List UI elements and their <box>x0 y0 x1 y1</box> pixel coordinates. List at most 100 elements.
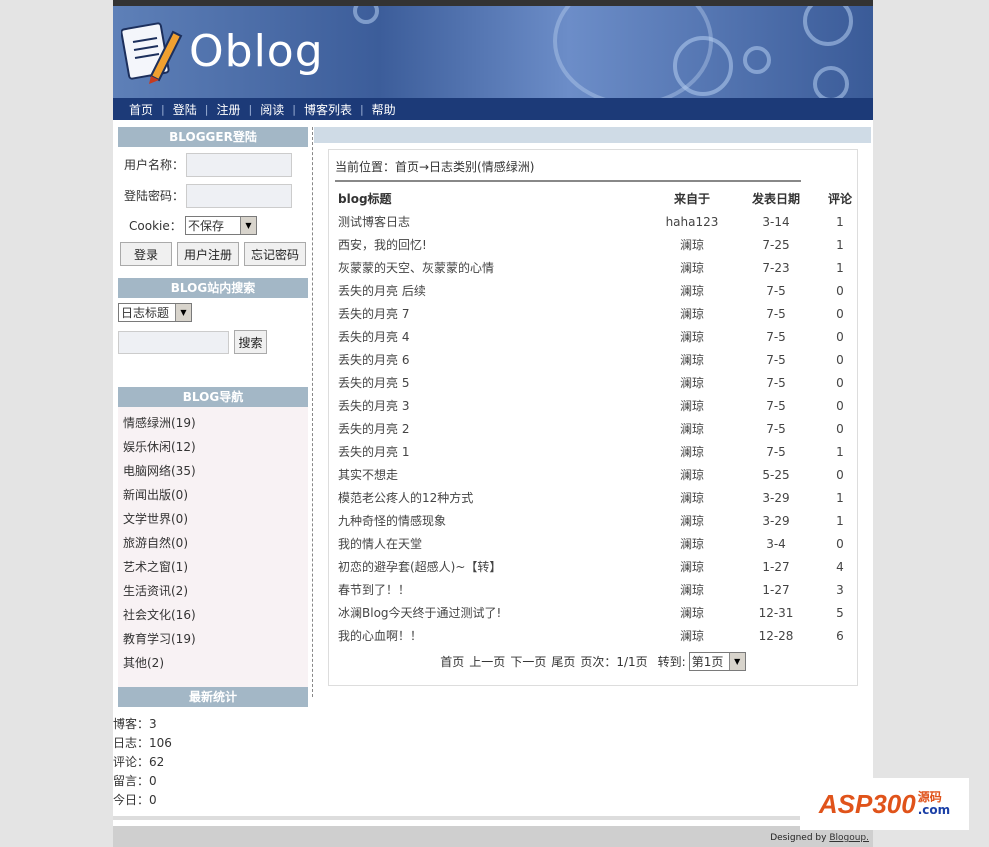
site-logo[interactable]: Oblog <box>189 26 324 77</box>
search-type-select[interactable]: 日志标题 ▼ <box>118 303 192 322</box>
col-date-header: 发表日期 <box>751 191 800 206</box>
chevron-down-icon[interactable]: ▼ <box>175 304 191 321</box>
category-item[interactable]: 情感绿洲(19) <box>118 411 308 435</box>
category-item[interactable]: 生活资讯(2) <box>118 579 308 603</box>
post-author: 澜琼 <box>679 491 704 505</box>
post-title[interactable]: 丢失的月亮 7 <box>335 302 657 325</box>
login-button[interactable]: 登录 <box>120 242 172 266</box>
table-row: 春节到了！！ 澜琼 1-27 3 <box>335 578 855 601</box>
nav-blog-list[interactable]: 博客列表 <box>296 101 360 118</box>
nav-home[interactable]: 首页 <box>121 101 161 118</box>
chevron-down-icon[interactable]: ▼ <box>240 216 256 234</box>
post-author: haha123 <box>665 214 719 229</box>
nav-read[interactable]: 阅读 <box>252 101 292 118</box>
page-jump-value: 第1页 <box>691 655 724 669</box>
post-comments: 0 <box>836 421 844 436</box>
post-title[interactable]: 丢失的月亮 后续 <box>335 279 657 302</box>
login-heading: BLOGGER登陆 <box>118 127 308 147</box>
post-title[interactable]: 丢失的月亮 4 <box>335 325 657 348</box>
watermark-side-bottom: .com <box>917 803 951 817</box>
table-row: 初恋的避孕套(超感人)~【转】 澜琼 1-27 4 <box>335 555 855 578</box>
post-author: 澜琼 <box>679 330 704 344</box>
stat-comments: 评论：62 <box>113 755 165 769</box>
page-jump-select[interactable]: 第1页 ▼ <box>688 652 746 671</box>
chevron-down-icon[interactable]: ▼ <box>728 653 745 670</box>
category-item[interactable]: 教育学习(19) <box>118 627 308 651</box>
password-input[interactable] <box>186 183 292 208</box>
post-title[interactable]: 丢失的月亮 1 <box>335 440 657 463</box>
post-author: 澜琼 <box>679 514 704 528</box>
post-title[interactable]: 其实不想走 <box>335 463 657 486</box>
password-row: 登陆密码： <box>118 178 308 209</box>
post-comments: 0 <box>836 352 844 367</box>
post-comments: 0 <box>836 398 844 413</box>
post-title[interactable]: 丢失的月亮 5 <box>335 371 657 394</box>
post-date: 3-29 <box>762 513 790 528</box>
pager-prev[interactable]: 上一页 <box>469 653 505 670</box>
login-buttons: 登录 用户注册 忘记密码 <box>118 237 308 266</box>
footer: Designed by Blogoup. <box>113 826 873 847</box>
post-title[interactable]: 我的心血啊！！ <box>335 624 657 647</box>
post-title[interactable]: 九种奇怪的情感现象 <box>335 509 657 532</box>
category-item[interactable]: 艺术之窗(1) <box>118 555 308 579</box>
post-comments: 1 <box>836 444 844 459</box>
category-item[interactable]: 新闻出版(0) <box>118 483 308 507</box>
forgot-password-button[interactable]: 忘记密码 <box>244 242 306 266</box>
category-item[interactable]: 文学世界(0) <box>118 507 308 531</box>
post-date: 12-31 <box>758 605 794 620</box>
main-content: 当前位置：首页→日志类别(情感绿洲) blog标题 来自于 发表日期 评论 测试… <box>314 127 871 686</box>
post-table: blog标题 来自于 发表日期 评论 测试博客日志 haha123 3-14 1 西安，… <box>335 186 855 647</box>
post-date: 3-29 <box>762 490 790 505</box>
pager-jump-label: 转到: <box>657 655 686 669</box>
search-row: 搜索 <box>118 330 308 354</box>
post-date: 7-5 <box>766 375 786 390</box>
category-item[interactable]: 旅游自然(0) <box>118 531 308 555</box>
nav-register[interactable]: 注册 <box>208 101 248 118</box>
post-title[interactable]: 丢失的月亮 3 <box>335 394 657 417</box>
post-author: 澜琼 <box>679 560 704 574</box>
post-title[interactable]: 初恋的避孕套(超感人)~【转】 <box>335 555 657 578</box>
footer-text: Designed by <box>770 833 830 843</box>
post-title[interactable]: 测试博客日志 <box>335 210 657 233</box>
post-title[interactable]: 模范老公疼人的12种方式 <box>335 486 657 509</box>
post-title[interactable]: 春节到了！！ <box>335 578 657 601</box>
post-date: 7-5 <box>766 398 786 413</box>
post-title[interactable]: 我的情人在天堂 <box>335 532 657 555</box>
post-date: 7-5 <box>766 283 786 298</box>
category-item[interactable]: 其他(2) <box>118 651 308 675</box>
breadcrumb: 当前位置：首页→日志类别(情感绿洲) <box>335 160 535 174</box>
post-comments: 1 <box>836 490 844 505</box>
pager: 首页 上一页 下一页 尾页 页次：1/1页 转到: 第1页 ▼ <box>329 652 857 671</box>
search-button[interactable]: 搜索 <box>234 330 267 354</box>
category-item[interactable]: 电脑网络(35) <box>118 459 308 483</box>
table-body: 测试博客日志 haha123 3-14 1 西安，我的回忆! 澜琼 7-25 1 灰蒙蒙的天空、… <box>335 210 855 647</box>
post-date: 7-5 <box>766 421 786 436</box>
post-title[interactable]: 灰蒙蒙的天空、灰蒙蒙的心情 <box>335 256 657 279</box>
post-author: 澜琼 <box>679 399 704 413</box>
post-date: 5-25 <box>762 467 790 482</box>
post-title[interactable]: 丢失的月亮 2 <box>335 417 657 440</box>
post-title[interactable]: 丢失的月亮 6 <box>335 348 657 371</box>
notepad-pencil-icon <box>121 22 183 84</box>
nav-login[interactable]: 登陆 <box>165 101 205 118</box>
footer-link[interactable]: Blogoup. <box>829 833 869 843</box>
cookie-select[interactable]: 不保存 ▼ <box>185 215 257 235</box>
stats-heading: 最新统计 <box>118 687 308 707</box>
decor-circle <box>673 36 733 96</box>
post-author: 澜琼 <box>679 583 704 597</box>
nav-help[interactable]: 帮助 <box>364 101 404 118</box>
search-input[interactable] <box>118 330 229 354</box>
col-comments-header: 评论 <box>827 191 852 206</box>
post-title[interactable]: 冰澜Blog今天终于通过测试了! <box>335 601 657 624</box>
pager-last[interactable]: 尾页 <box>551 653 575 670</box>
pager-first[interactable]: 首页 <box>440 653 464 670</box>
pager-next[interactable]: 下一页 <box>510 653 546 670</box>
post-author: 澜琼 <box>679 307 704 321</box>
table-row: 丢失的月亮 6 澜琼 7-5 0 <box>335 348 855 371</box>
post-title[interactable]: 西安，我的回忆! <box>335 233 657 256</box>
category-item[interactable]: 娱乐休闲(12) <box>118 435 308 459</box>
post-comments: 1 <box>836 260 844 275</box>
category-item[interactable]: 社会文化(16) <box>118 603 308 627</box>
register-button[interactable]: 用户注册 <box>177 242 239 266</box>
username-input[interactable] <box>186 152 292 177</box>
